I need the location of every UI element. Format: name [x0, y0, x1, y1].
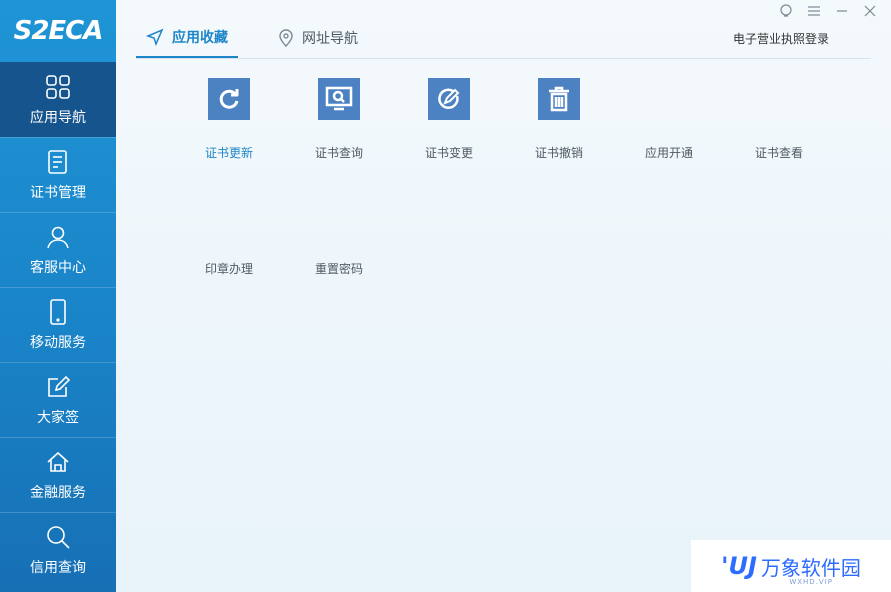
watermark: 'UJ 万象软件园 WXHD.VIP [691, 540, 891, 592]
app-label: 印章办理 [204, 262, 253, 276]
phone-icon [50, 299, 66, 325]
tab-divider [136, 58, 871, 59]
sidebar: S2ECA 应用导航 证书管理 客服中心 移动服务 大家签 金融服务 信用查询 [0, 0, 116, 592]
tab-label: 应用收藏 [172, 30, 228, 46]
sidebar-item-customer-service[interactable]: 客服中心 [0, 212, 116, 287]
feedback-icon[interactable] [779, 4, 793, 18]
sidebar-item-credit-query[interactable]: 信用查询 [0, 512, 116, 587]
sidebar-item-mobile-service[interactable]: 移动服务 [0, 287, 116, 362]
app-cert-renew[interactable]: 证书更新 [184, 78, 274, 161]
sidebar-item-finance[interactable]: 金融服务 [0, 437, 116, 512]
app-cert-view[interactable]: 证书查看 [734, 78, 824, 161]
app-label: 重置密码 [314, 262, 363, 276]
sidebar-item-app-nav[interactable]: 应用导航 [0, 62, 116, 137]
tab-bar: 应用收藏 网址导航 [136, 18, 368, 58]
sidebar-item-label: 大家签 [37, 410, 79, 426]
close-icon[interactable] [863, 4, 877, 18]
app-label: 证书更新 [204, 146, 253, 160]
tab-label: 网址导航 [302, 31, 358, 47]
logo-text: S2ECA [13, 16, 104, 46]
logo: S2ECA [0, 0, 116, 62]
edit-icon [48, 375, 71, 397]
menu-icon[interactable] [807, 4, 821, 18]
sidebar-item-label: 信用查询 [30, 560, 86, 576]
app-cert-change[interactable]: 证书变更 [404, 78, 494, 161]
location-pin-icon [279, 29, 293, 47]
watermark-logo-icon: 'UJ [721, 552, 757, 580]
sidebar-item-label: 客服中心 [30, 260, 86, 276]
search-icon [47, 526, 70, 549]
monitor-search-icon [318, 78, 360, 120]
tab-url-nav[interactable]: 网址导航 [268, 18, 368, 58]
app-label: 应用开通 [644, 146, 693, 160]
sidebar-item-label: 证书管理 [30, 185, 86, 201]
app-seal-handling[interactable]: 印章办理 [184, 194, 274, 277]
business-license-login-link[interactable]: 电子营业执照登录 [733, 30, 829, 47]
watermark-brand: 万象软件园 [760, 555, 861, 580]
document-icon [48, 150, 67, 174]
sidebar-item-label: 移动服务 [30, 335, 86, 351]
sidebar-item-label: 应用导航 [30, 109, 86, 126]
grid-icon [46, 74, 70, 99]
window-controls [779, 4, 877, 18]
tab-app-favorites[interactable]: 应用收藏 [136, 18, 238, 58]
user-icon [47, 226, 69, 249]
app-reset-password[interactable]: 重置密码 [294, 194, 384, 277]
app-label: 证书查询 [314, 146, 363, 160]
watermark-sub: WXHD.VIP [789, 578, 833, 586]
refresh-icon [208, 78, 250, 120]
minimize-icon[interactable] [835, 4, 849, 18]
home-icon [47, 451, 69, 472]
app-label: 证书变更 [424, 146, 473, 160]
main-panel: 应用收藏 网址导航 电子营业执照登录 证书更新 证书查询 证书变更 证书撤销 应… [116, 0, 891, 592]
app-cert-query[interactable]: 证书查询 [294, 78, 384, 161]
app-label: 证书查看 [754, 146, 803, 160]
sidebar-item-dajiaqian[interactable]: 大家签 [0, 362, 116, 437]
edit-circle-icon [428, 78, 470, 120]
trash-icon [538, 78, 580, 120]
app-open-application[interactable]: 应用开通 [624, 78, 714, 161]
app-label: 证书撤销 [534, 146, 583, 160]
send-icon [146, 28, 164, 46]
sidebar-item-label: 金融服务 [30, 485, 86, 501]
app-cert-revoke[interactable]: 证书撤销 [514, 78, 604, 161]
sidebar-item-cert-manage[interactable]: 证书管理 [0, 137, 116, 212]
